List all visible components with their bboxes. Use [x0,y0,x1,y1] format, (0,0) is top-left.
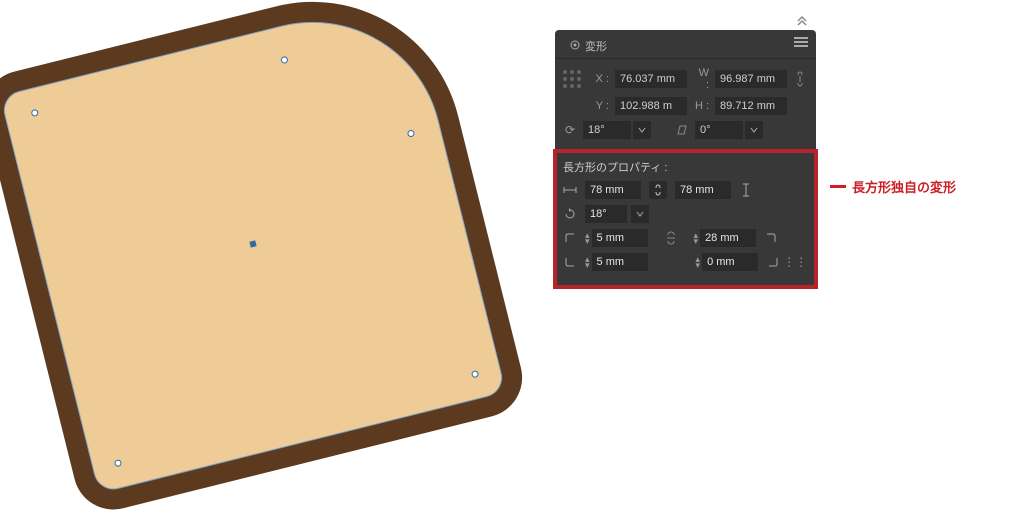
shear-input[interactable] [695,121,743,139]
x-label: X : [593,73,609,85]
callout-annotation: 長方形独自の変形 [830,177,956,196]
y-label: Y : [593,100,609,112]
constrain-proportions-icon[interactable] [793,72,807,86]
corner-type-icon[interactable]: ⋮⋮ [788,255,802,269]
x-input[interactable] [615,70,687,88]
rotate-rect-icon [563,207,577,221]
corner-tl-icon [563,231,577,245]
corner-br-stepper[interactable]: ▴▾ [696,253,759,271]
corner-handle-tr2[interactable] [406,129,414,137]
callout-text: 長方形独自の変形 [852,177,956,196]
outer-shape [0,0,531,518]
link-wh-icon[interactable] [649,181,667,199]
corner-bl-icon [563,255,577,269]
target-icon [569,39,581,54]
collapse-chevron-icon[interactable] [796,14,808,29]
link-corners-icon[interactable] [664,231,678,245]
corner-tl-stepper[interactable]: ▴▾ [585,229,648,247]
canvas [8,4,518,494]
width-icon [563,183,577,197]
rect-props-title: 長方形のプロパティ : [563,159,808,175]
corner-bl-stepper[interactable]: ▴▾ [585,253,648,271]
h-label: H : [693,100,709,112]
rotate-icon: ⟳ [563,123,577,137]
y-input[interactable] [615,97,687,115]
corner-br-input[interactable] [702,253,758,271]
rect-height-input[interactable] [675,181,731,199]
tab-label: 変形 [585,38,607,54]
shear-icon [675,123,689,137]
corner-tr-icon [764,231,778,245]
corner-handle-bl[interactable] [114,458,122,466]
corner-tr-stepper[interactable]: ▴▾ [694,229,757,247]
w-label: W : [693,67,709,91]
panel-menu-icon[interactable] [794,36,808,51]
corner-handle-tl[interactable] [31,109,39,117]
reference-point-selector[interactable] [563,70,581,88]
rectangle-properties-section: 長方形のプロパティ : [553,149,818,289]
corner-bl-input[interactable] [592,253,648,271]
rect-angle-input[interactable] [585,205,627,223]
rect-width-input[interactable] [585,181,641,199]
tab-transform[interactable]: 変形 [561,34,615,58]
corner-handle-tr[interactable] [280,55,288,63]
selected-rectangle[interactable] [0,0,506,494]
corner-handle-br[interactable] [471,369,479,377]
panel-tab-bar: 変形 [555,30,816,59]
rect-angle-dropdown[interactable] [631,205,649,223]
h-input[interactable] [715,97,787,115]
transform-section: X : W : Y : H : ⟳ [555,59,816,151]
shear-dropdown[interactable] [745,121,763,139]
w-input[interactable] [715,70,787,88]
center-handle[interactable] [249,240,256,247]
corner-tl-input[interactable] [592,229,648,247]
corner-br-icon [766,255,780,269]
corner-tr-input[interactable] [700,229,756,247]
height-icon [739,183,753,197]
rotate-input[interactable] [583,121,631,139]
callout-line [830,185,846,188]
transform-panel: 変形 X : W : Y : H : [555,30,816,287]
rotate-dropdown[interactable] [633,121,651,139]
